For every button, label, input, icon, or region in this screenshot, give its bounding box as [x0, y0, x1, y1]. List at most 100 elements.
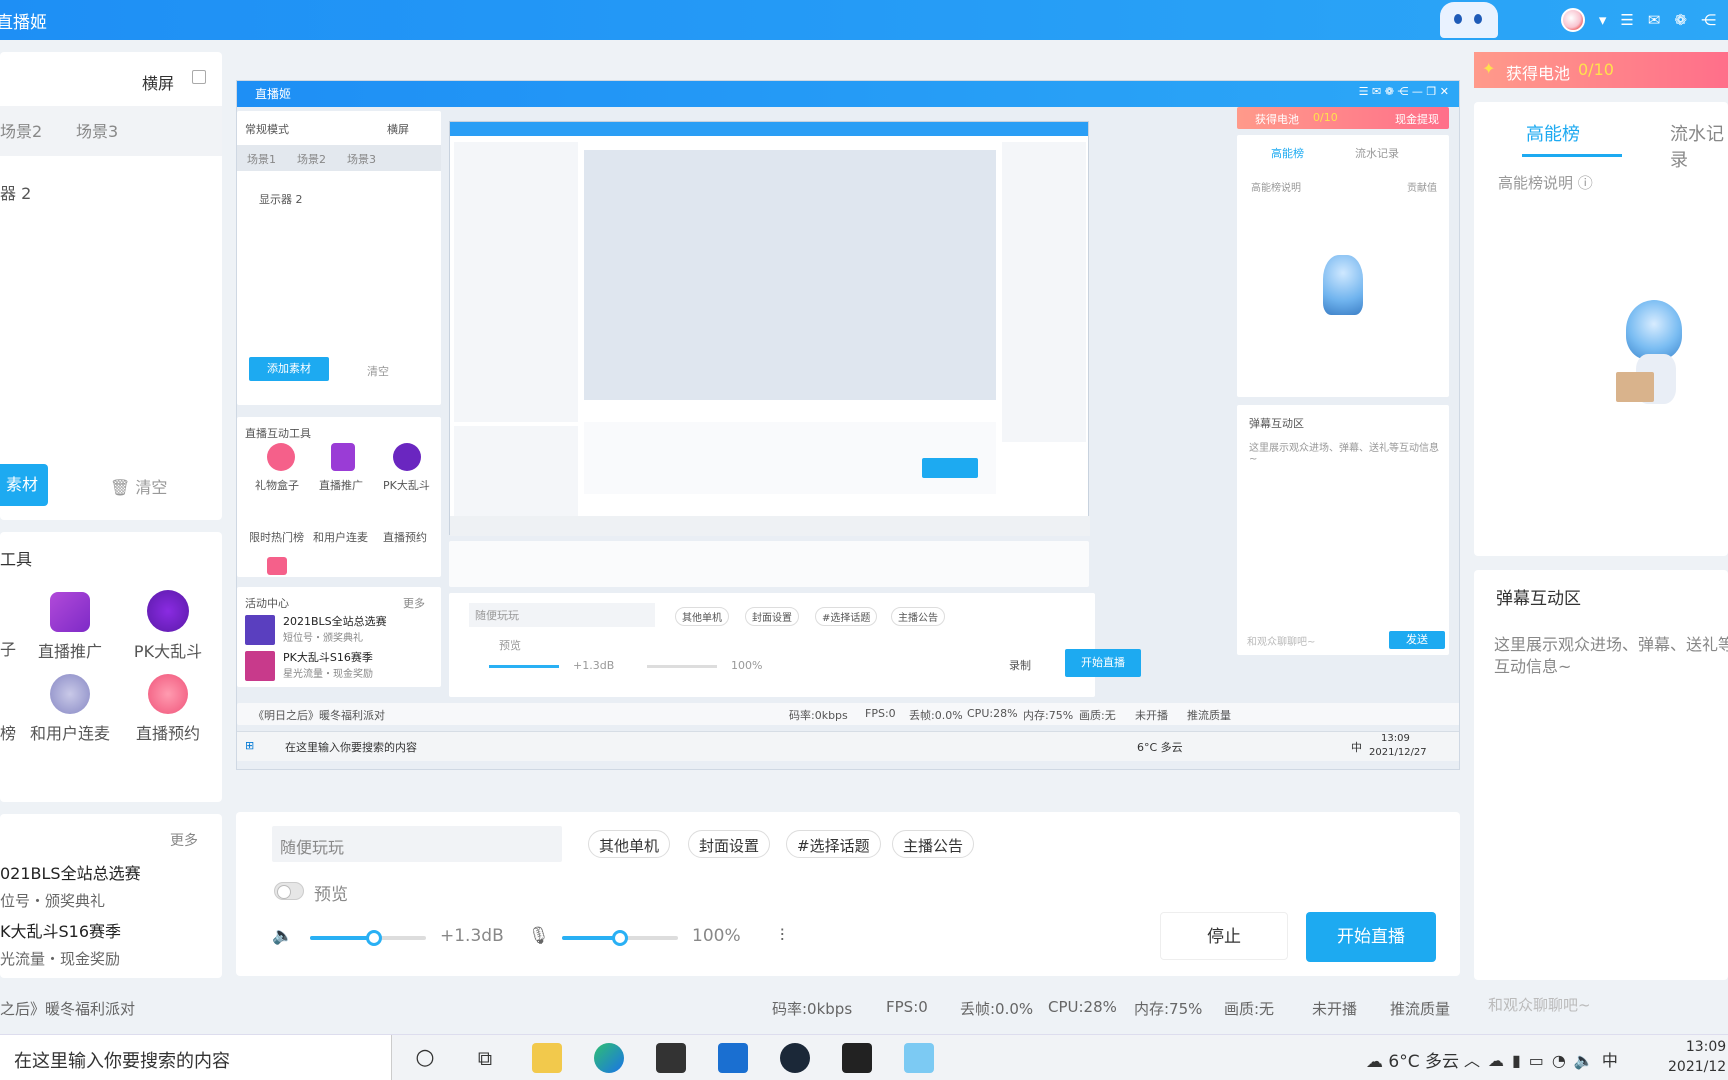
mini-flow-tab: 流水记录	[1355, 147, 1399, 160]
mini-mic-slider	[647, 665, 717, 668]
mini-search: 在这里输入你要搜索的内容	[285, 741, 417, 754]
weather-text: 6°C 多云	[1388, 1052, 1459, 1072]
pk-icon	[147, 590, 189, 632]
nested-start	[922, 458, 978, 478]
clear-button[interactable]: 🗑 清空	[110, 474, 167, 498]
mini-start-button: 开始直播	[1065, 649, 1141, 677]
edge-icon[interactable]	[594, 1043, 624, 1073]
nested-mid-controls	[449, 541, 1089, 587]
system-tray[interactable]: ︿☁▮▭◔🔈中	[1464, 1047, 1626, 1071]
ime-indicator[interactable]: 中	[1602, 1051, 1626, 1070]
chat-description: 这里展示观众进场、弹幕、送礼等互动信息~	[1494, 635, 1728, 676]
topic-input[interactable]: 随便玩玩	[272, 826, 562, 862]
tool-pk[interactable]: PK大乱斗	[128, 590, 208, 662]
mini-rank-card: 高能榜 流水记录 高能榜说明 贡献值	[1237, 135, 1449, 397]
app-icon[interactable]	[842, 1043, 872, 1073]
status-fps: FPS:0	[886, 998, 928, 1016]
mini-rank-value: 贡献值	[1407, 183, 1437, 194]
chat-input[interactable]: 和观众聊聊吧~	[1488, 994, 1591, 1015]
tool-reservation[interactable]: 直播预约	[128, 674, 208, 744]
status-bitrate: 码率:0kbps	[772, 1000, 853, 1018]
rank-panel: 高能榜 流水记录 高能榜说明 ⓘ	[1474, 102, 1728, 556]
tag-category[interactable]: 其他单机	[588, 830, 671, 858]
nested-taskbar	[450, 516, 1090, 536]
folder-icon[interactable]	[532, 1043, 562, 1073]
status-mem: 内存:75%	[1134, 1000, 1203, 1018]
live-app-icon[interactable]	[904, 1043, 934, 1073]
stop-button[interactable]: 停止	[1160, 912, 1288, 960]
activity-sub: 光流量・现金奖励	[0, 950, 121, 968]
tool-hot-rank-label[interactable]: 榜	[0, 720, 16, 744]
volume-fill	[310, 936, 374, 940]
more-link[interactable]: 更多	[170, 830, 198, 850]
mic-slider[interactable]	[562, 930, 678, 946]
top-toolbar: ▾ ☰ ✉ ❁ ⋲	[1560, 8, 1716, 32]
star-icon: ✦	[1482, 59, 1496, 78]
battery-banner[interactable]: ✦ 获得电池 0/10	[1474, 52, 1728, 88]
mic-knob[interactable]	[612, 930, 628, 946]
menu-icon[interactable]: ☰	[1620, 10, 1633, 30]
volume-slider[interactable]	[310, 930, 426, 946]
tab-rank[interactable]: 高能榜	[1526, 120, 1580, 146]
tool-gift-label[interactable]: 子	[0, 636, 16, 660]
activity-item[interactable]: K大乱斗S16赛季 光流量・现金奖励	[0, 918, 121, 969]
nested-title-bar	[450, 122, 1088, 136]
mini-battery-bar: 获得电池 0/10 现金提现	[1237, 107, 1449, 129]
mini-mic: 100%	[731, 659, 763, 672]
volume-knob[interactable]	[365, 930, 382, 946]
task-view-icon[interactable]: ⧉	[470, 1043, 500, 1073]
rank-description[interactable]: 高能榜说明 ⓘ	[1498, 172, 1593, 193]
cortana-icon[interactable]: ○	[410, 1043, 440, 1073]
status-push-quality[interactable]: 推流质量	[1390, 998, 1450, 1019]
speaker-icon[interactable]: 🔈	[272, 926, 293, 946]
status-quality: 画质:无	[1224, 1000, 1275, 1018]
tool-co-stream[interactable]: 和用户连麦	[24, 674, 116, 744]
status-event[interactable]: 之后》暖冬福利派对	[0, 998, 135, 1019]
stream-preview[interactable]: 直播姬 ☰ ✉ ❁ ⋲ — ❐ ✕ 常规模式 横屏 场景1 场景2 场景3 显示…	[236, 80, 1460, 770]
weather[interactable]: ☁ 6°C 多云	[1366, 1047, 1459, 1072]
tool-label: 和用户连麦	[29, 724, 110, 743]
tag-announcement[interactable]: 主播公告	[892, 830, 975, 858]
clear-label: 清空	[135, 478, 168, 497]
tag-topic[interactable]: #选择话题	[786, 830, 881, 858]
mini-status: 丢帧:0.0%	[909, 709, 963, 722]
clock[interactable]: 13:09 2021/12	[1668, 1037, 1726, 1077]
tab-scene-2[interactable]: 场景2	[0, 118, 42, 142]
gift-icon[interactable]: ❁	[1674, 10, 1687, 30]
preview-toggle[interactable]	[274, 882, 304, 900]
activity-title: K大乱斗S16赛季	[0, 922, 122, 941]
tab-scene-3[interactable]: 场景3	[76, 118, 118, 142]
mini-activity-panel: 活动中心 更多 2021BLS全站总选赛 短位号・颁奖典礼 PK大乱斗S16赛季…	[237, 587, 441, 687]
steam-icon[interactable]	[780, 1043, 810, 1073]
tab-flow[interactable]: 流水记录	[1670, 120, 1728, 172]
lock-icon[interactable]	[192, 70, 206, 84]
mini-display: 显示器 2	[259, 193, 303, 206]
store-icon[interactable]	[656, 1043, 686, 1073]
mini-scene-panel: 常规模式 横屏 场景1 场景2 场景3 显示器 2 添加素材 清空	[237, 111, 441, 405]
mascot-image	[1440, 2, 1498, 38]
orientation-label[interactable]: 横屏	[142, 70, 174, 94]
help-icon[interactable]: ⓘ	[1578, 174, 1593, 192]
mail-icon[interactable]: ✉	[1648, 10, 1661, 30]
mail-icon[interactable]	[718, 1043, 748, 1073]
chevron-down-icon[interactable]: ▾	[1599, 10, 1607, 30]
activity-item[interactable]: 021BLS全站总选赛 位号・颁奖典礼	[0, 860, 141, 911]
mixer-icon[interactable]: ⫶	[780, 926, 784, 946]
mini-activity: PK大乱斗S16赛季	[283, 651, 373, 664]
microphone-icon[interactable]: 🎙	[528, 926, 550, 946]
source-item-display[interactable]: 器 2	[0, 180, 31, 204]
activity-thumb	[245, 615, 275, 645]
add-source-button[interactable]: 素材	[0, 464, 48, 506]
mini-tools-title: 直播互动工具	[245, 427, 311, 440]
mini-rank-desc: 高能榜说明	[1251, 183, 1301, 194]
tool-promote[interactable]: 直播推广	[30, 592, 110, 662]
status-drop: 丢帧:0.0%	[960, 1000, 1034, 1018]
taskbar-search[interactable]: 在这里输入你要搜索的内容	[0, 1035, 392, 1080]
share-icon[interactable]: ⋲	[1701, 10, 1716, 30]
start-live-button[interactable]: 开始直播	[1306, 912, 1436, 962]
avatar[interactable]	[1560, 8, 1585, 32]
mini-chat-input: 和观众聊聊吧~	[1247, 637, 1316, 648]
tag-cover[interactable]: 封面设置	[688, 830, 771, 858]
activity-sub: 位号・颁奖典礼	[0, 892, 106, 910]
activity-thumb	[245, 651, 275, 681]
